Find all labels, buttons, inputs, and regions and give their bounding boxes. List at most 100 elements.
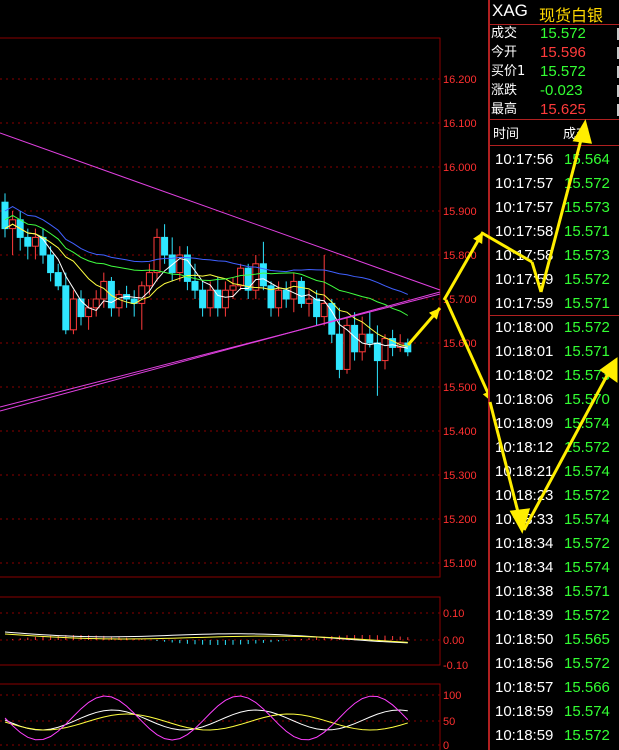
trade-time: 10:18:00 — [495, 319, 554, 336]
price-tick-label: 15.600 — [443, 338, 477, 350]
trade-time: 10:18:34 — [495, 559, 554, 576]
candle-body — [153, 236, 161, 274]
trade-row[interactable]: 10:18:33 15.574 — [490, 508, 619, 532]
trade-row[interactable]: 10:17:56 15.564 — [490, 148, 619, 172]
macd-panel-frame — [0, 596, 441, 666]
trade-time: 10:18:57 — [495, 679, 554, 696]
trade-price: 15.572 — [564, 655, 610, 672]
price-tick-label: 16.000 — [443, 162, 477, 174]
quote-row: 买价1 15.572 — [490, 62, 619, 81]
trade-row[interactable]: 10:18:09 15.574 — [490, 412, 619, 436]
trade-row[interactable]: 10:18:34 15.574 — [490, 556, 619, 580]
trade-price: 15.574 — [564, 703, 610, 720]
candle-body — [47, 254, 55, 274]
trade-row[interactable]: 10:18:39 15.572 — [490, 604, 619, 628]
candle-body — [77, 298, 85, 318]
candle-body — [305, 298, 313, 304]
symbol-name: 现货白银 — [539, 6, 604, 25]
kdj-tick-label: 0 — [443, 740, 449, 750]
trade-row[interactable]: 10:17:57 15.573 — [490, 196, 619, 220]
macd-tick-label: 0.10 — [443, 608, 464, 620]
trade-time: 10:17:58 — [495, 223, 554, 240]
trade-time: 10:18:06 — [495, 391, 554, 408]
time-column-header: 时间 — [493, 127, 520, 142]
trade-price: 15.571 — [564, 583, 610, 600]
kline-chart-area[interactable]: 16.200 16.100 16.000 15.900 15.800 15.700 15.6… — [0, 0, 494, 750]
trade-row[interactable]: 10:18:21 15.574 — [490, 460, 619, 484]
candle-body — [297, 280, 305, 304]
trade-price: 15.571 — [564, 295, 610, 312]
candle-body — [366, 333, 374, 344]
trade-price: 15.566 — [564, 679, 610, 696]
price-tick-label: 16.100 — [443, 118, 477, 130]
trade-time: 10:18:50 — [495, 631, 554, 648]
annotation-arrow — [442, 231, 485, 301]
trade-row[interactable]: 10:18:06 15.570 — [490, 388, 619, 412]
trade-row[interactable]: 10:17:58 15.571 — [490, 220, 619, 244]
trade-row[interactable]: 10:18:57 15.566 — [490, 676, 619, 700]
trade-row[interactable]: 10:17:59 15.572 — [490, 268, 619, 292]
trade-row[interactable]: 10:18:59 15.574 — [490, 700, 619, 724]
trade-time: 10:18:38 — [495, 583, 554, 600]
trade-time: 10:18:39 — [495, 607, 554, 624]
symbol-code: XAG — [492, 1, 528, 20]
trade-price: 15.572 — [564, 175, 610, 192]
kdj-tick-label: 100 — [443, 690, 461, 702]
trade-time: 10:18:33 — [495, 511, 554, 528]
trade-row[interactable]: 10:17:57 15.572 — [490, 172, 619, 196]
trade-time: 10:17:59 — [495, 271, 554, 288]
trade-time: 10:17:59 — [495, 295, 554, 312]
trade-row[interactable]: 10:18:56 15.572 — [490, 652, 619, 676]
trade-price: 15.574 — [564, 463, 610, 480]
trade-time: 10:18:34 — [495, 535, 554, 552]
trade-price: 15.572 — [564, 319, 610, 336]
candle-body — [92, 298, 100, 309]
candle-body — [313, 298, 321, 318]
kline-chart-svg[interactable]: 16.20016.10016.00015.90015.80015.70015.6… — [0, 0, 494, 750]
candle-body — [282, 289, 290, 300]
trade-price: 15.572 — [564, 487, 610, 504]
quote-value: 15.572 — [540, 63, 586, 80]
trade-time: 10:18:12 — [495, 439, 554, 456]
candle-body — [275, 289, 283, 309]
trade-price: 15.573 — [564, 367, 610, 384]
macd-tick-label: -0.10 — [443, 660, 468, 672]
trade-price: 15.574 — [564, 415, 610, 432]
trade-row[interactable]: 10:18:02 15.573 — [490, 364, 619, 388]
candle-body — [373, 342, 381, 362]
trade-row[interactable]: 10:18:23 15.572 — [490, 484, 619, 508]
trade-price: 15.572 — [564, 271, 610, 288]
quote-row: 成交 15.572 — [490, 24, 619, 43]
candle-body — [237, 267, 245, 287]
candle-body — [259, 263, 267, 287]
trade-time: 10:18:01 — [495, 343, 554, 360]
quote-label: 今开 — [491, 45, 518, 60]
price-tick-label: 15.100 — [443, 558, 477, 570]
trade-price: 15.572 — [564, 727, 610, 744]
trade-time: 10:17:57 — [495, 199, 554, 216]
price-tick-label: 15.900 — [443, 206, 477, 218]
trade-row[interactable]: 10:18:38 15.571 — [490, 580, 619, 604]
trade-row[interactable]: 10:18:34 15.572 — [490, 532, 619, 556]
trade-row[interactable]: 10:18:59 15.572 — [490, 724, 619, 748]
trade-price: 15.574 — [564, 559, 610, 576]
quote-row: 涨跌 -0.023 — [490, 81, 619, 100]
trade-price: 15.572 — [564, 607, 610, 624]
divider — [490, 119, 619, 120]
candle-body — [54, 272, 62, 287]
trade-row[interactable]: 10:18:01 15.571 — [490, 340, 619, 364]
candle-body — [24, 236, 32, 247]
trade-row[interactable]: 10:17:59 15.571 — [490, 292, 619, 316]
candle-body — [229, 285, 237, 291]
trade-time: 10:18:59 — [495, 703, 554, 720]
trade-price: 15.573 — [564, 199, 610, 216]
trade-row[interactable]: 10:18:50 15.565 — [490, 628, 619, 652]
kdj-tick-label: 50 — [443, 716, 455, 728]
divider — [490, 315, 619, 316]
trade-row[interactable]: 10:18:00 15.572 — [490, 316, 619, 340]
quote-row: 最高 15.625 — [490, 100, 619, 119]
price-tick-label: 15.200 — [443, 514, 477, 526]
trade-row[interactable]: 10:17:58 15.573 — [490, 244, 619, 268]
trade-time: 10:18:23 — [495, 487, 554, 504]
trade-row[interactable]: 10:18:12 15.572 — [490, 436, 619, 460]
